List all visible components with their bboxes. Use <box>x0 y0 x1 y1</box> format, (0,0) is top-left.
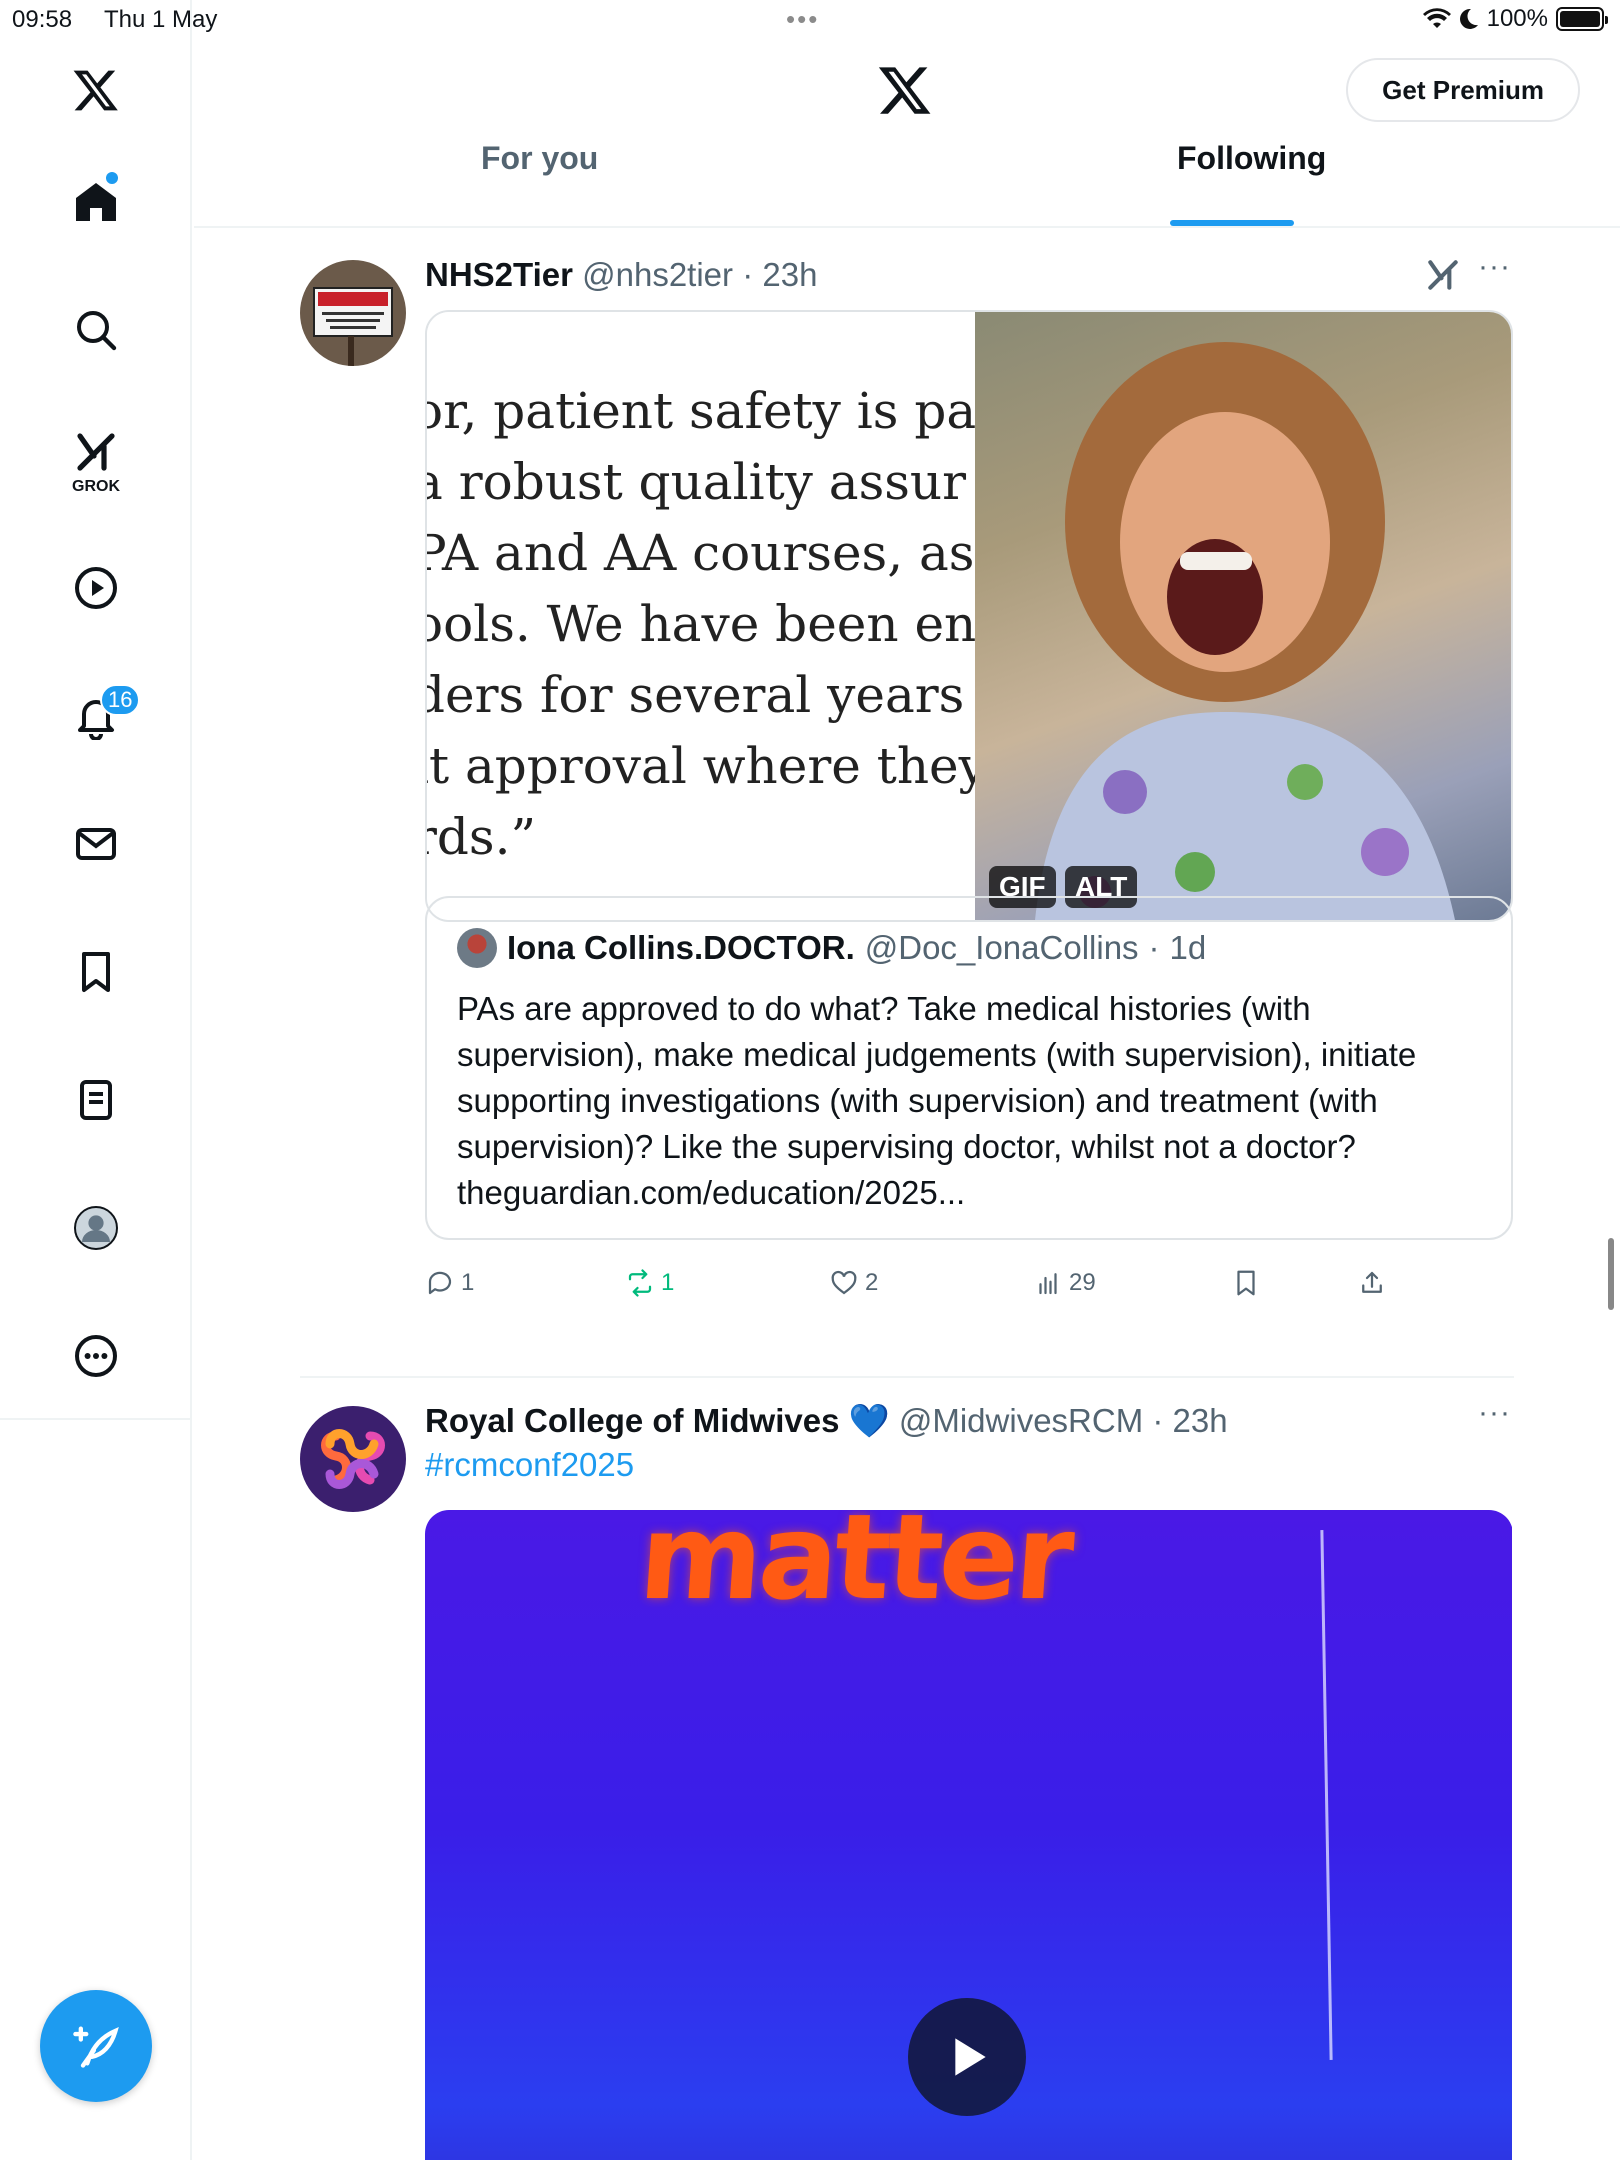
tweet-separator <box>300 1376 1514 1378</box>
wifi-icon <box>1422 8 1451 28</box>
tweet-video[interactable]: matter <box>425 1510 1512 2160</box>
stage-edge <box>1320 1530 1333 2060</box>
profile-avatar-icon[interactable] <box>68 1200 124 1256</box>
tweet-header: NHS2Tier @nhs2tier · 23h <box>425 256 817 294</box>
views-count: 29 <box>1069 1269 1096 1296</box>
quoted-author-handle: @Doc_IonaCollins <box>864 929 1139 966</box>
danger-sign-avatar-icon <box>300 260 406 366</box>
repost-icon <box>628 1269 652 1297</box>
tweet-nhs2tier[interactable]: NHS2Tier @nhs2tier · 23h ··· or, patient… <box>300 250 1513 1376</box>
article-line: ools. We have been eng <box>427 595 975 653</box>
battery-percent: 100% <box>1486 5 1548 32</box>
separator-dot: · <box>1148 929 1160 966</box>
author-name[interactable]: NHS2Tier <box>425 256 573 293</box>
like-button[interactable]: 2 <box>829 1268 878 1298</box>
timeline-header: Get Premium For you Following <box>194 40 1620 228</box>
more-options-icon[interactable] <box>68 1328 124 1384</box>
play-icon <box>955 2038 986 2076</box>
search-icon[interactable] <box>68 302 124 358</box>
status-bar: 09:58 Thu 1 May ••• 100% <box>0 0 1620 40</box>
status-right: 100% <box>1422 5 1608 33</box>
tweet-midwives-rcm[interactable]: Royal College of Midwives 💙 @MidwivesRCM… <box>300 1396 1512 2160</box>
views-chart-icon <box>1039 1273 1057 1295</box>
author-name[interactable]: Royal College of Midwives <box>425 1402 839 1439</box>
gif-illustration <box>1035 342 1455 920</box>
heart-icon <box>831 1270 857 1295</box>
messages-icon[interactable] <box>68 816 124 872</box>
scrollbar[interactable] <box>1608 1238 1614 1310</box>
repost-count: 1 <box>661 1269 675 1296</box>
video-stage-word: matter <box>635 1510 1075 1626</box>
share-button[interactable] <box>1357 1268 1387 1298</box>
x-logo-center-icon[interactable] <box>877 62 933 123</box>
sidebar-divider <box>0 1418 192 1420</box>
bookmark-icon <box>1237 1270 1255 1296</box>
avatar[interactable] <box>300 260 406 366</box>
bookmarks-icon[interactable] <box>68 944 124 1000</box>
tweet-actions: 1 1 2 29 <box>425 1268 1513 1308</box>
share-icon <box>1362 1271 1382 1293</box>
article-line: PA and AA courses, as w <box>427 524 975 582</box>
moon-icon <box>1459 8 1478 29</box>
like-count: 2 <box>865 1269 879 1296</box>
reply-icon <box>428 1271 452 1295</box>
more-options-button[interactable]: ··· <box>1478 250 1511 284</box>
quoted-time: 1d <box>1169 929 1207 966</box>
reply-count: 1 <box>461 1269 475 1296</box>
grok-icon[interactable] <box>68 424 124 480</box>
lists-icon[interactable] <box>68 1072 124 1128</box>
tweet-time[interactable]: 23h <box>762 256 817 293</box>
author-handle[interactable]: @nhs2tier <box>582 256 733 293</box>
views-button[interactable]: 29 <box>1033 1268 1096 1298</box>
bookmark-button[interactable] <box>1231 1268 1261 1298</box>
laughing-woman-gif[interactable]: GIF ALT <box>975 312 1511 920</box>
separator-dot: · <box>1152 1402 1164 1439</box>
compose-feather-icon <box>73 2026 119 2068</box>
article-line: rds.” <box>427 808 537 866</box>
tab-selected-indicator <box>1170 220 1294 226</box>
quoted-tweet[interactable]: Iona Collins.DOCTOR. @Doc_IonaCollins · … <box>425 896 1513 1240</box>
rcm-logo-avatar-icon <box>300 1406 406 1512</box>
article-line: or, patient safety is pa <box>427 382 975 440</box>
notifications-badge: 16 <box>100 684 141 716</box>
article-line: a robust quality assur <box>427 453 967 511</box>
play-button[interactable] <box>908 1998 1026 2116</box>
tab-following[interactable]: Following <box>1177 140 1326 226</box>
article-line: it approval where they <box>427 737 975 795</box>
tweet-media[interactable]: or, patient safety is pa a robust qualit… <box>425 310 1513 922</box>
tab-for-you[interactable]: For you <box>481 140 598 226</box>
article-screenshot-image[interactable]: or, patient safety is pa a robust qualit… <box>427 312 975 920</box>
compose-post-button[interactable] <box>40 1990 152 2102</box>
tweet-header: Royal College of Midwives 💙 @MidwivesRCM… <box>425 1402 1228 1441</box>
hashtag-link[interactable]: #rcmconf2025 <box>425 1446 634 1484</box>
separator-dot: · <box>742 256 754 293</box>
grok-explain-icon[interactable] <box>1424 256 1462 299</box>
quoted-author-name: Iona Collins.DOCTOR. <box>507 929 855 966</box>
tweet-time[interactable]: 23h <box>1173 1402 1228 1439</box>
battery-icon <box>1556 7 1608 31</box>
author-handle[interactable]: @MidwivesRCM <box>899 1402 1143 1439</box>
multitasking-dots[interactable]: ••• <box>786 4 819 35</box>
get-premium-button[interactable]: Get Premium <box>1346 58 1580 122</box>
article-line: ders for several years a <box>427 666 975 724</box>
quoted-avatar <box>457 928 497 968</box>
verified-heart-icon: 💙 <box>848 1402 890 1439</box>
sidebar: GROK 16 <box>0 0 192 2160</box>
avatar[interactable] <box>300 1406 406 1512</box>
video-icon[interactable] <box>68 560 124 616</box>
home-unread-dot <box>106 172 118 184</box>
more-options-button[interactable]: ··· <box>1478 1396 1511 1430</box>
repost-button[interactable]: 1 <box>625 1268 674 1298</box>
x-logo-icon[interactable] <box>68 62 124 118</box>
grok-label: GROK <box>72 478 120 495</box>
quoted-tweet-header: Iona Collins.DOCTOR. @Doc_IonaCollins · … <box>457 928 1206 968</box>
quoted-tweet-text: PAs are approved to do what? Take medica… <box>457 990 1417 1211</box>
reply-button[interactable]: 1 <box>425 1268 474 1298</box>
